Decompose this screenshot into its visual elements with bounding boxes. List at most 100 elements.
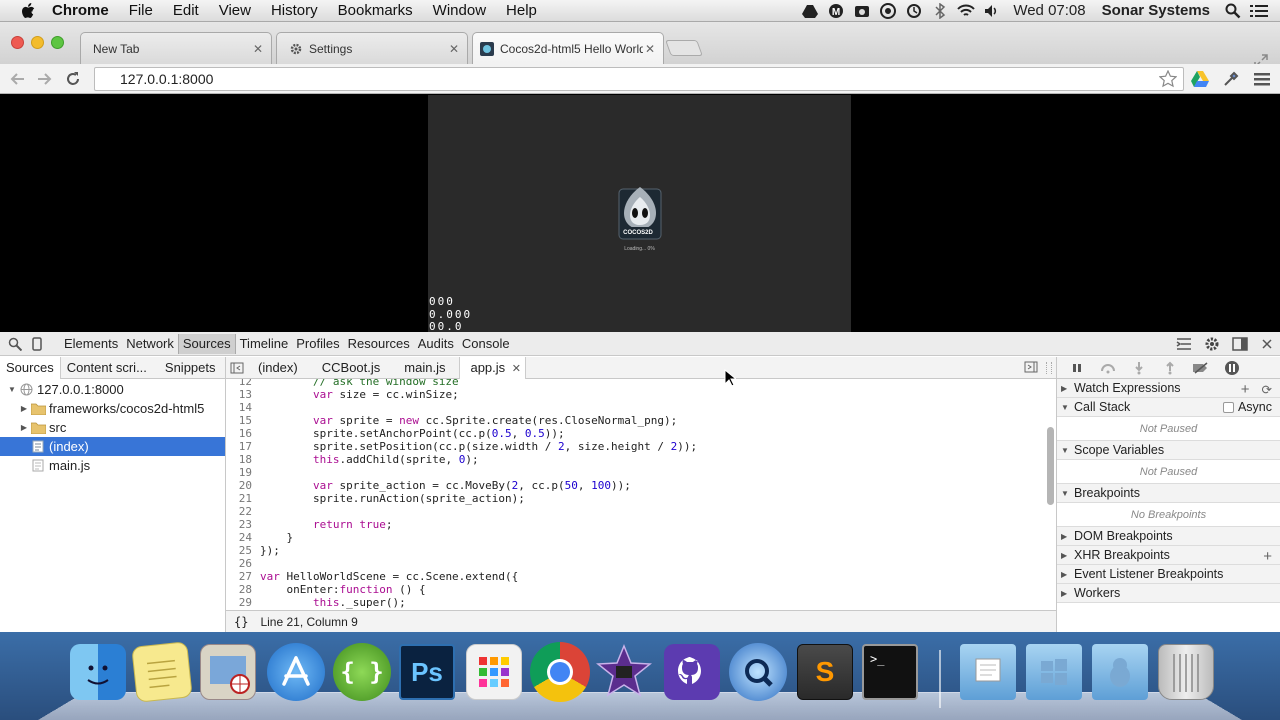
expand-arrow-icon[interactable]: ▼: [6, 385, 18, 394]
dock-trash-icon[interactable]: [1158, 644, 1214, 700]
nav-tab-snippets[interactable]: Snippets: [159, 357, 222, 379]
toggle-debugger-icon[interactable]: [1024, 361, 1038, 376]
dock-side-icon[interactable]: [1226, 333, 1254, 355]
code-line[interactable]: 15 var sprite = new cc.Sprite.create(res…: [226, 414, 1056, 427]
dock-brackets-icon[interactable]: { }: [333, 643, 391, 701]
dock-launchpad-icon[interactable]: [466, 644, 522, 700]
inspect-icon[interactable]: [4, 333, 26, 355]
collapsed-arrow-icon[interactable]: ▶: [18, 423, 30, 432]
tab-new-tab[interactable]: New Tab ✕: [80, 32, 272, 64]
spotlight-icon[interactable]: [1220, 0, 1246, 22]
line-number[interactable]: 27: [226, 570, 252, 583]
dock-stickies-icon[interactable]: [131, 641, 193, 703]
editor-tab-index[interactable]: (index): [248, 357, 308, 379]
section-workers[interactable]: ▶ Workers: [1057, 584, 1280, 603]
line-number[interactable]: 14: [226, 401, 252, 414]
dock-terminal-icon[interactable]: >_: [862, 644, 918, 700]
menu-edit[interactable]: Edit: [163, 2, 209, 19]
line-number[interactable]: 24: [226, 531, 252, 544]
line-number[interactable]: 23: [226, 518, 252, 531]
dock-app-store-icon[interactable]: [267, 643, 325, 701]
refresh-icon[interactable]: ⟳: [1262, 382, 1272, 397]
code-line[interactable]: 25});: [226, 544, 1056, 557]
editor-tab-ccboot[interactable]: CCBoot.js: [312, 357, 391, 379]
tree-row-frameworks[interactable]: ▶ frameworks/cocos2d-html5: [0, 399, 225, 418]
star-icon[interactable]: [1159, 70, 1177, 91]
pause-on-exceptions-icon[interactable]: [1216, 359, 1247, 377]
device-mode-icon[interactable]: [26, 333, 48, 355]
dock-quicktime-icon[interactable]: [729, 643, 787, 701]
panel-sources[interactable]: Sources: [178, 334, 236, 354]
line-number[interactable]: 21: [226, 492, 252, 505]
line-number[interactable]: 22: [226, 505, 252, 518]
tree-row-index[interactable]: (index): [0, 437, 225, 456]
code-line[interactable]: 14: [226, 401, 1056, 414]
panel-resources[interactable]: Resources: [344, 334, 414, 354]
google-drive-icon[interactable]: [1191, 70, 1209, 88]
game-canvas[interactable]: COCOS2D Loading... 0% 000 0.000 00.0: [428, 95, 851, 332]
eyedropper-icon[interactable]: [1222, 70, 1240, 88]
section-call-stack[interactable]: ▼ Call Stack Async: [1057, 398, 1280, 417]
line-number[interactable]: 15: [226, 414, 252, 427]
nav-tab-content-scripts[interactable]: Content scri...: [61, 357, 153, 379]
dock-chrome-icon[interactable]: [530, 642, 590, 702]
add-expression-icon[interactable]: +: [1241, 381, 1250, 398]
dock-imovie-icon[interactable]: [596, 644, 652, 700]
section-dom-breakpoints[interactable]: ▶ DOM Breakpoints: [1057, 527, 1280, 546]
menu-user[interactable]: Sonar Systems: [1096, 2, 1220, 19]
menu-view[interactable]: View: [209, 2, 261, 19]
panel-elements[interactable]: Elements: [60, 334, 122, 354]
time-machine-icon[interactable]: [901, 0, 927, 22]
code-line[interactable]: 27 var HelloWorldScene = cc.Scene.extend(…: [226, 570, 1056, 583]
close-icon[interactable]: ✕: [512, 363, 521, 375]
code-line[interactable]: 29 this._super();: [226, 596, 1056, 609]
tree-row-main-js[interactable]: main.js: [0, 456, 225, 475]
dock-sublime-icon[interactable]: S: [797, 644, 853, 700]
dock-windows-folder-icon[interactable]: [1026, 644, 1082, 700]
line-number[interactable]: 28: [226, 583, 252, 596]
dock-photoshop-icon[interactable]: Ps: [399, 644, 455, 700]
section-watch-expressions[interactable]: ▶ Watch Expressions + ⟳: [1057, 379, 1280, 398]
code-line[interactable]: 23 return true;: [226, 518, 1056, 531]
line-number[interactable]: 16: [226, 427, 252, 440]
resize-handle[interactable]: [1046, 362, 1052, 374]
step-into-icon[interactable]: [1123, 359, 1154, 377]
m-icon[interactable]: M: [823, 0, 849, 22]
code-line[interactable]: 16 sprite.setAnchorPoint(cc.p(0.5, 0.5))…: [226, 427, 1056, 440]
minimize-window-button[interactable]: [31, 36, 44, 49]
code-area[interactable]: 12 // ask the window size 13 var size = c…: [226, 379, 1056, 610]
step-out-icon[interactable]: [1154, 359, 1185, 377]
tab-cocos2d[interactable]: Cocos2d-html5 Hello World ✕: [472, 32, 664, 64]
close-window-button[interactable]: [11, 36, 24, 49]
code-line[interactable]: 13 var size = cc.winSize;: [226, 388, 1056, 401]
nav-tab-sources[interactable]: Sources: [0, 357, 61, 379]
section-event-listener-breakpoints[interactable]: ▶ Event Listener Breakpoints: [1057, 565, 1280, 584]
dock-preview-icon[interactable]: [200, 644, 256, 700]
drive-icon[interactable]: [797, 0, 823, 22]
code-line[interactable]: 12 // ask the window size: [226, 379, 1056, 388]
dock-linux-folder-icon[interactable]: [1092, 644, 1148, 700]
back-arrow-icon[interactable]: [8, 70, 26, 88]
menu-bookmarks[interactable]: Bookmarks: [328, 2, 423, 19]
tree-row-src[interactable]: ▶ src: [0, 418, 225, 437]
dock-github-icon[interactable]: [664, 644, 720, 700]
panel-audits[interactable]: Audits: [414, 334, 458, 354]
menu-history[interactable]: History: [261, 2, 328, 19]
section-scope-variables[interactable]: ▼ Scope Variables: [1057, 441, 1280, 460]
dock-documents-folder-icon[interactable]: [960, 644, 1016, 700]
section-xhr-breakpoints[interactable]: ▶ XHR Breakpoints +: [1057, 546, 1280, 565]
code-line[interactable]: 17 sprite.setPosition(cc.p(size.width / …: [226, 440, 1056, 453]
tab-settings[interactable]: Settings ✕: [276, 32, 468, 64]
dock-finder-icon[interactable]: [70, 644, 126, 700]
camera-icon[interactable]: [849, 0, 875, 22]
panel-network[interactable]: Network: [122, 334, 178, 354]
menu-window[interactable]: Window: [423, 2, 496, 19]
new-tab-button[interactable]: [665, 40, 703, 56]
code-line[interactable]: 22: [226, 505, 1056, 518]
code-line[interactable]: 28 onEnter:function () {: [226, 583, 1056, 596]
drawer-icon[interactable]: [1170, 333, 1198, 355]
address-bar[interactable]: 127.0.0.1:8000: [94, 67, 1184, 91]
pause-icon[interactable]: [1061, 359, 1092, 377]
settings-gear-icon[interactable]: [1198, 333, 1226, 355]
code-line[interactable]: 19: [226, 466, 1056, 479]
